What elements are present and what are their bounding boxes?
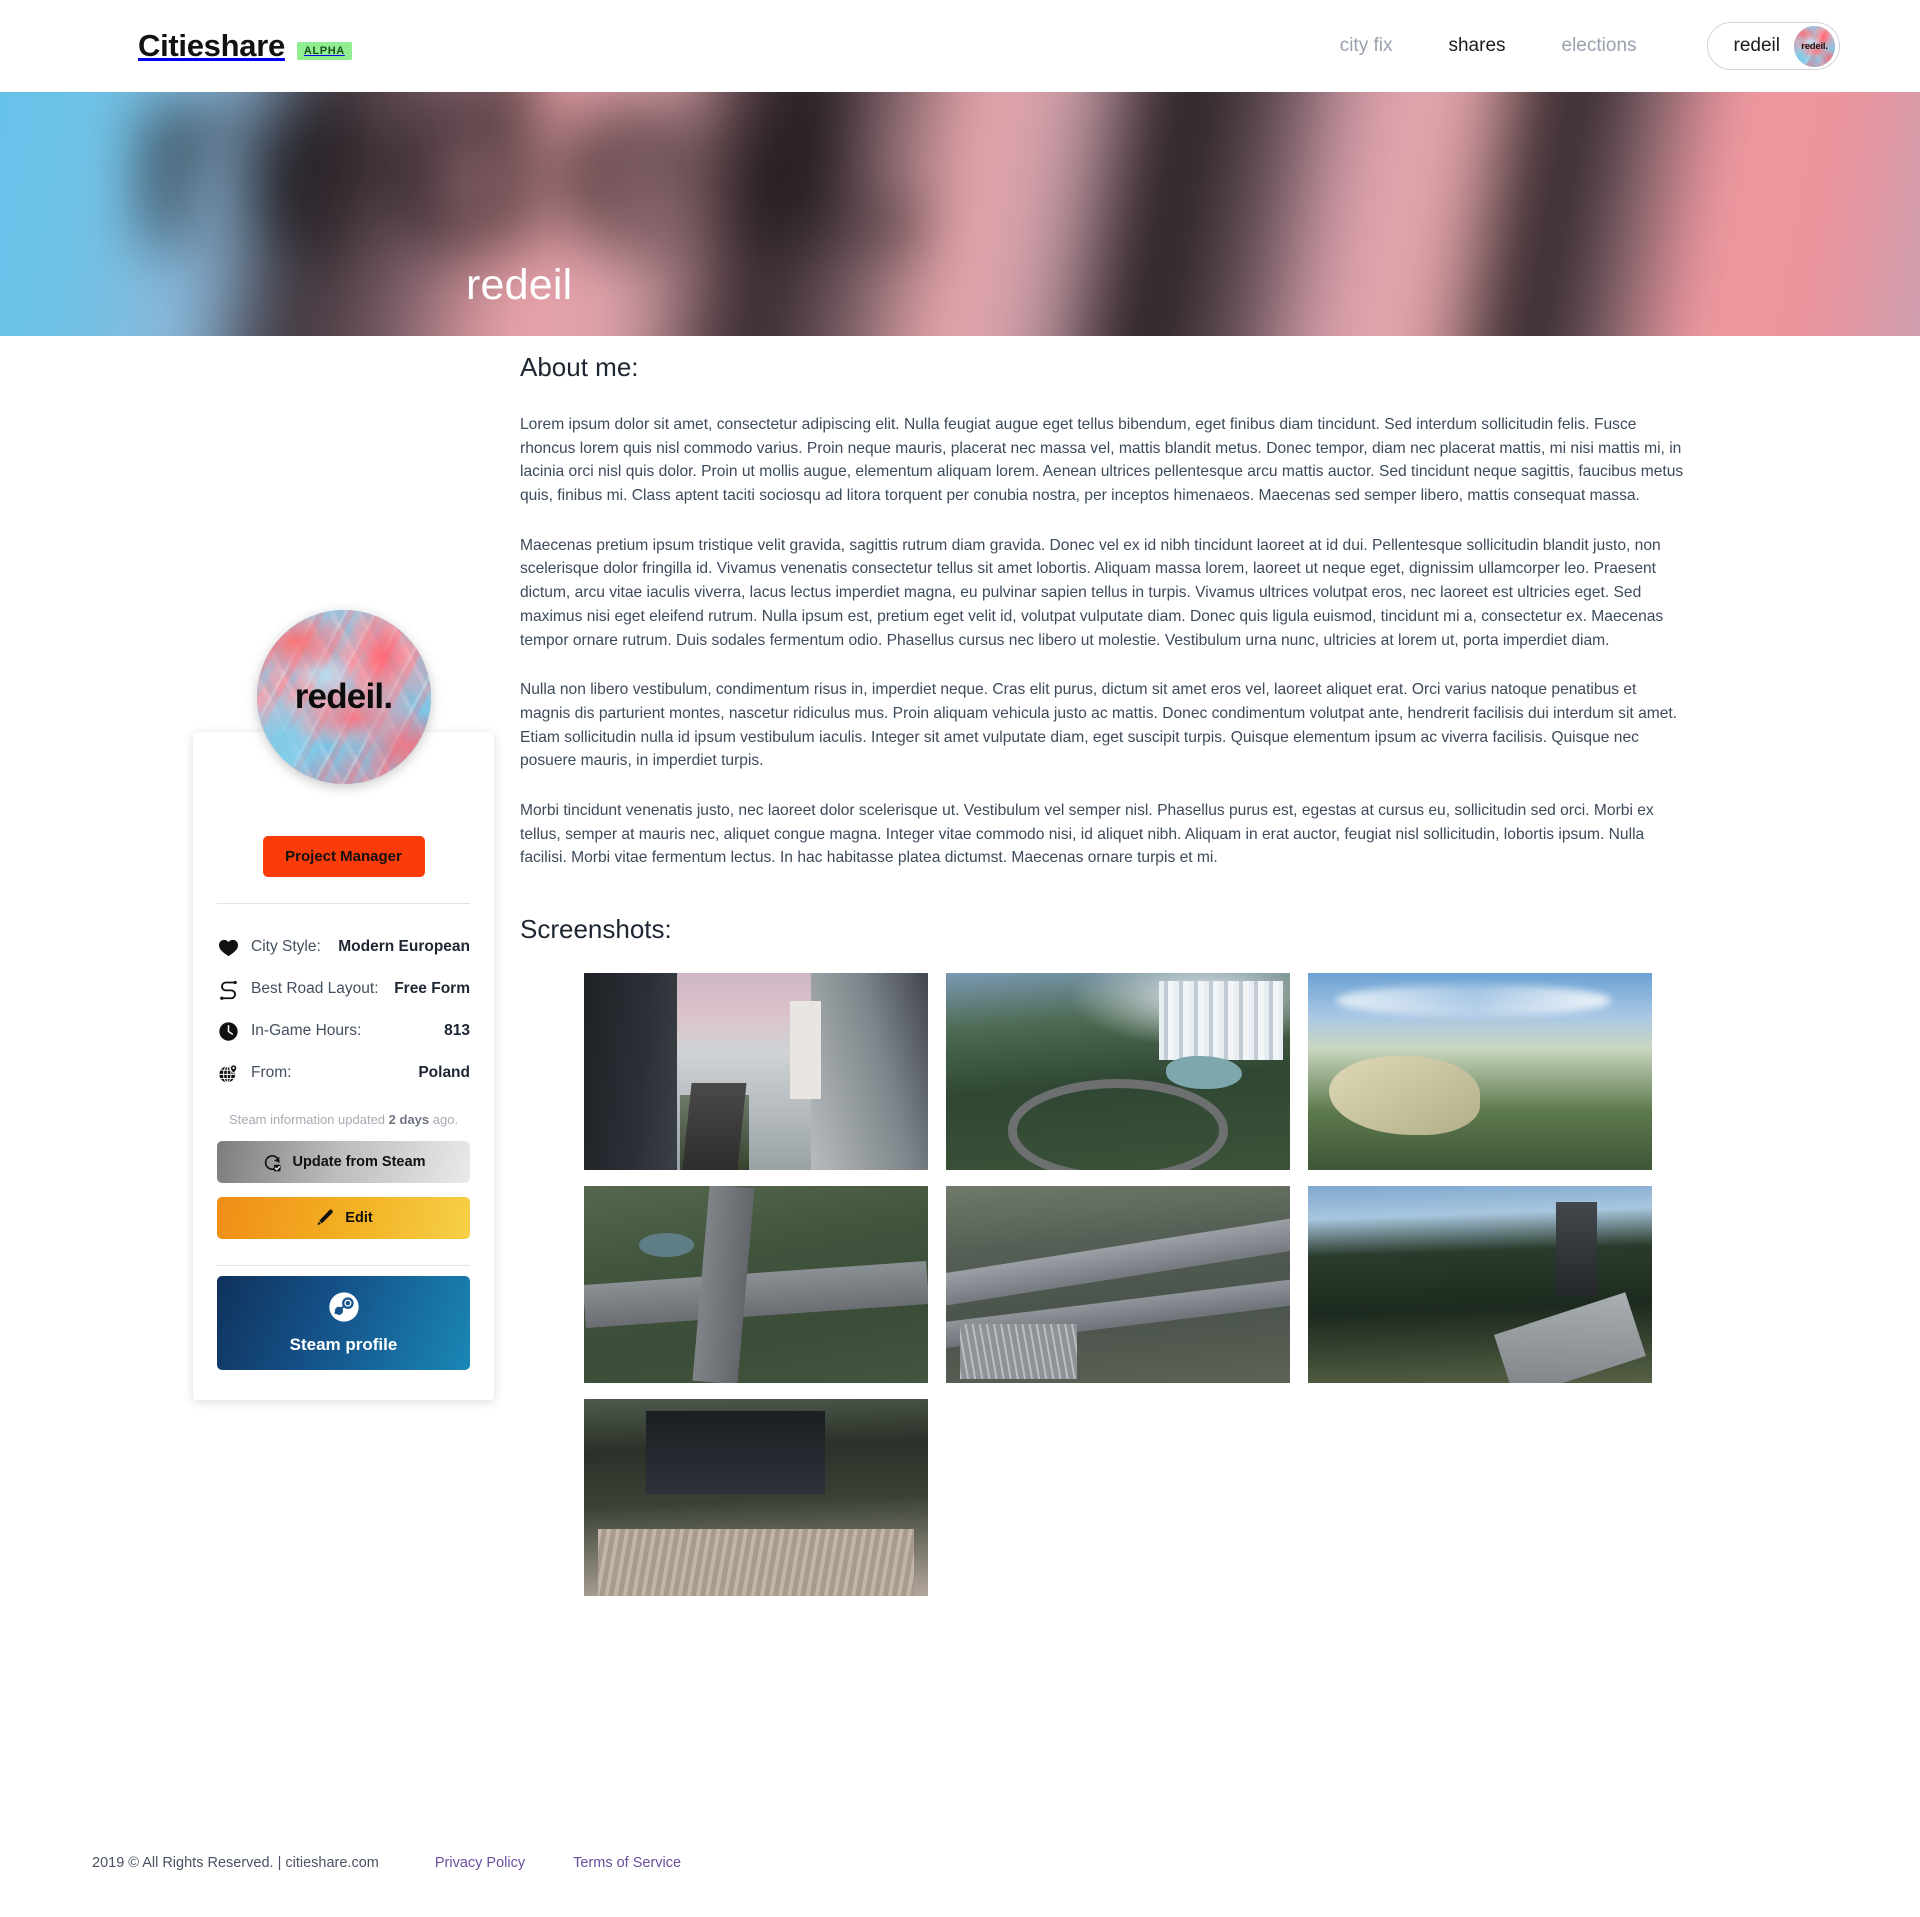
- about-me-title: About me:: [520, 352, 639, 382]
- stat-row-city-style: City Style: Modern European: [217, 926, 470, 968]
- stat-value-best-road-layout: Free Form: [394, 980, 470, 997]
- stat-label-city-style: City Style:: [251, 938, 321, 955]
- road-icon: [217, 978, 239, 1000]
- role-badge-button[interactable]: Project Manager: [262, 836, 425, 877]
- heart-icon: [217, 936, 239, 958]
- update-from-steam-button[interactable]: Update from Steam: [217, 1141, 470, 1183]
- stat-row-in-game-hours: In-Game Hours: 813: [217, 1010, 470, 1052]
- steam-note-prefix: Steam information updated: [228, 1112, 389, 1127]
- nav-links-group: city fix shares elections redeil redeil.: [1312, 22, 1840, 70]
- stat-row-from: From: Poland: [217, 1052, 470, 1094]
- hero-blurred-background: redeil.: [0, 92, 1920, 336]
- brand-logo-link[interactable]: Citieshare ALPHA: [138, 28, 352, 64]
- about-paragraph-4: Morbi tincidunt venenatis justo, nec lao…: [520, 801, 1654, 867]
- steam-note-suffix: ago.: [429, 1112, 459, 1127]
- profile-stats-list: City Style: Modern European Best Road La…: [217, 926, 470, 1094]
- page-body: redeil. Project Manager City Style: Mode…: [0, 336, 1920, 1716]
- about-paragraph-3: Nulla non libero vestibulum, condimentum…: [520, 681, 1678, 770]
- user-menu-button[interactable]: redeil redeil.: [1706, 22, 1840, 70]
- screenshot-thumbnail[interactable]: [946, 973, 1290, 1170]
- stat-label-in-game-hours: In-Game Hours:: [251, 1022, 362, 1039]
- screenshot-thumbnail[interactable]: [1308, 1186, 1652, 1383]
- globe-pin-icon: [217, 1062, 239, 1084]
- screenshot-thumbnail[interactable]: [946, 1186, 1290, 1383]
- top-navigation-bar: Citieshare ALPHA city fix shares electio…: [0, 0, 1920, 92]
- steam-note-strong: 2 days: [388, 1112, 430, 1127]
- screenshot-thumbnail[interactable]: [1308, 973, 1652, 1170]
- hero-ghost-text: redeil.: [132, 92, 943, 301]
- user-menu-avatar: redeil.: [1794, 25, 1835, 67]
- footer-link-privacy-policy[interactable]: Privacy Policy: [435, 1855, 525, 1871]
- steam-profile-button[interactable]: Steam profile: [217, 1276, 470, 1370]
- stat-label-from: From:: [251, 1064, 292, 1081]
- footer-link-terms-of-service[interactable]: Terms of Service: [573, 1855, 681, 1871]
- profile-hero-banner: redeil. redeil: [0, 92, 1920, 336]
- stat-value-city-style: Modern European: [338, 938, 470, 955]
- sidebar-divider-top: [217, 903, 470, 904]
- sidebar-divider-bottom: [217, 1265, 470, 1266]
- alpha-badge: ALPHA: [296, 42, 352, 60]
- user-menu-name: redeil: [1733, 35, 1780, 56]
- steam-profile-label: Steam profile: [289, 1335, 398, 1354]
- screenshots-title: Screenshots:: [520, 914, 672, 944]
- nav-link-elections[interactable]: elections: [1534, 35, 1665, 57]
- screenshot-thumbnail[interactable]: [584, 973, 928, 1170]
- edit-profile-button[interactable]: Edit: [217, 1197, 470, 1239]
- main-content: About me: Lorem ipsum dolor sit amet, co…: [520, 336, 1690, 1596]
- footer-copyright: 2019 © All Rights Reserved. | citieshare…: [92, 1855, 379, 1871]
- brand-name: Citieshare: [138, 28, 285, 63]
- steam-icon: [328, 1291, 360, 1323]
- avatar-label: redeil.: [1801, 40, 1828, 52]
- screenshots-grid: [584, 973, 1690, 1596]
- nav-link-shares[interactable]: shares: [1420, 35, 1533, 57]
- page-footer: 2019 © All Rights Reserved. | citieshare…: [0, 1809, 1920, 1917]
- nav-link-city-fix[interactable]: city fix: [1312, 35, 1421, 57]
- profile-avatar-label: redeil.: [294, 677, 393, 716]
- stat-value-in-game-hours: 813: [444, 1022, 470, 1039]
- screenshot-thumbnail[interactable]: [584, 1399, 928, 1596]
- about-paragraph-2: Maecenas pretium ipsum tristique velit g…: [520, 536, 1664, 649]
- update-from-steam-label: Update from Steam: [292, 1154, 426, 1170]
- stat-value-from: Poland: [418, 1064, 470, 1081]
- stat-label-best-road-layout: Best Road Layout:: [251, 980, 379, 997]
- refresh-check-icon: [262, 1152, 283, 1173]
- profile-display-name: redeil: [466, 261, 573, 309]
- steam-updated-note: Steam information updated 2 days ago.: [217, 1112, 470, 1127]
- about-me-text: Lorem ipsum dolor sit amet, consectetur …: [520, 413, 1690, 870]
- clock-icon: [217, 1020, 239, 1042]
- profile-sidebar-card: redeil. Project Manager City Style: Mode…: [193, 610, 494, 1400]
- pencil-icon: [314, 1208, 335, 1229]
- about-paragraph-1: Lorem ipsum dolor sit amet, consectetur …: [520, 416, 1684, 505]
- screenshot-thumbnail[interactable]: [584, 1186, 928, 1383]
- stat-row-best-road-layout: Best Road Layout: Free Form: [217, 968, 470, 1010]
- profile-avatar[interactable]: redeil.: [256, 610, 431, 784]
- edit-profile-label: Edit: [345, 1210, 373, 1226]
